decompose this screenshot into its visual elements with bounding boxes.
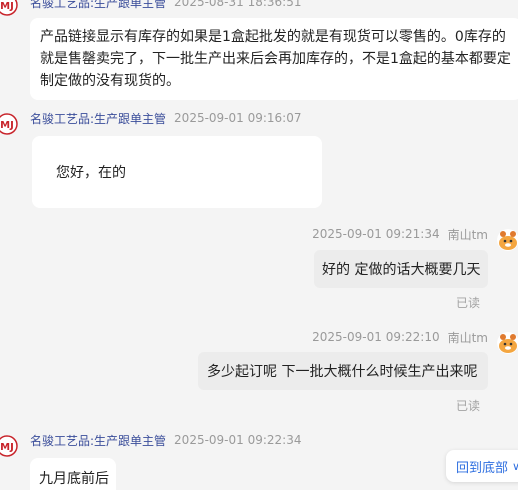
jump-to-bottom-label: 回到底部 xyxy=(456,460,509,476)
sender-name: 南山tm xyxy=(447,330,488,345)
user-avatar[interactable] xyxy=(497,332,518,354)
shop-logo-icon: MJ xyxy=(0,113,18,135)
shop-avatar[interactable]: MJ xyxy=(0,435,18,457)
message-timestamp: 2025-08-31 18:36:51 xyxy=(174,0,302,9)
shop-logo-icon: MJ xyxy=(0,0,18,16)
shop-logo-text: MJ xyxy=(0,442,14,453)
cartoon-avatar-icon xyxy=(497,229,518,251)
message-meta: 名骏工艺品:生产跟单主管 2025-09-01 09:16:07 xyxy=(30,109,302,127)
read-status: 已读 xyxy=(455,296,480,310)
shop-logo-text: MJ xyxy=(0,1,14,12)
jump-to-bottom-button[interactable]: 回到底部 ∨ xyxy=(446,450,518,482)
cartoon-avatar-icon xyxy=(497,332,518,354)
message-meta: 2025-09-01 09:21:34 南山tm xyxy=(312,225,488,243)
message-timestamp: 2025-09-01 09:16:07 xyxy=(174,111,302,125)
shop-logo-text: MJ xyxy=(0,120,14,131)
chevron-down-icon: ∨ xyxy=(512,459,518,473)
shop-avatar[interactable]: MJ xyxy=(0,0,18,16)
sender-name: 名骏工艺品:生产跟单主管 xyxy=(30,433,167,448)
message-bubble: 您好，在的 xyxy=(32,136,322,208)
shop-logo-icon: MJ xyxy=(0,435,18,457)
message-meta: 名骏工艺品:生产跟单主管 2025-08-31 18:36:51 xyxy=(30,0,302,11)
user-avatar[interactable] xyxy=(497,229,518,251)
chat-message-list[interactable]: MJ 名骏工艺品:生产跟单主管 2025-08-31 18:36:51 产品链接… xyxy=(0,0,518,490)
shop-avatar[interactable]: MJ xyxy=(0,113,18,135)
message-timestamp: 2025-09-01 09:22:10 xyxy=(312,330,440,344)
message-meta: 名骏工艺品:生产跟单主管 2025-09-01 09:22:34 xyxy=(30,431,302,449)
message-bubble: 九月底前后 xyxy=(30,458,116,490)
sender-name: 名骏工艺品:生产跟单主管 xyxy=(30,0,167,10)
read-status: 已读 xyxy=(455,399,480,413)
sender-name: 名骏工艺品:生产跟单主管 xyxy=(30,111,167,126)
message-timestamp: 2025-09-01 09:22:34 xyxy=(174,433,302,447)
message-meta: 2025-09-01 09:22:10 南山tm xyxy=(312,328,488,346)
sender-name: 南山tm xyxy=(447,227,488,242)
message-bubble: 多少起订呢 下一批大概什么时候生产出来呢 xyxy=(198,352,488,390)
message-bubble: 好的 定做的话大概要几天 xyxy=(314,250,488,288)
message-bubble: 产品链接显示有库存的如果是1盒起批发的就是有现货可以零售的。0库存的就是售罄卖完… xyxy=(30,18,518,100)
message-timestamp: 2025-09-01 09:21:34 xyxy=(312,227,440,241)
